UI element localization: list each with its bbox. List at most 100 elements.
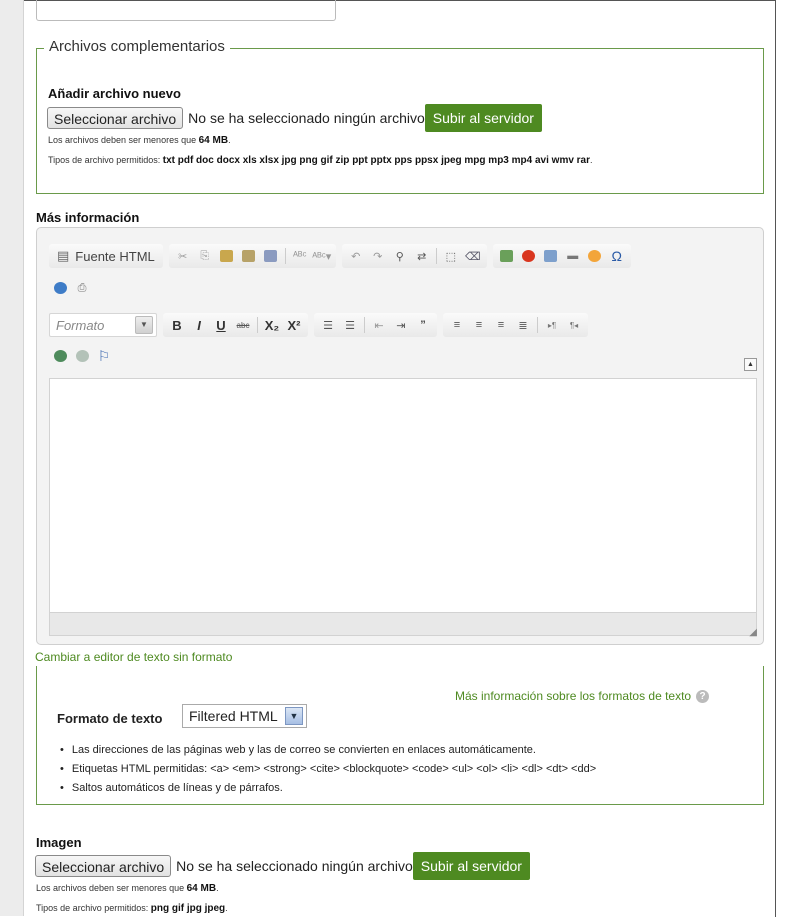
- toolbar-group-insert: ▬ Ω: [492, 244, 631, 268]
- size-note: Los archivos deben ser menores que 64 MB…: [48, 135, 231, 146]
- select-all-icon[interactable]: ⬚: [441, 246, 461, 266]
- types-note-prefix: Tipos de archivo permitidos:: [48, 155, 161, 165]
- editor-content-area[interactable]: [49, 378, 757, 613]
- types-note-value: txt pdf doc docx xls xlsx jpg png gif zi…: [162, 155, 591, 166]
- select-image-button[interactable]: Seleccionar archivo: [35, 855, 172, 877]
- redo-icon[interactable]: ↷: [368, 246, 388, 266]
- ltr-icon[interactable]: ▸¶: [542, 315, 562, 335]
- toolbar-separator: [257, 317, 258, 333]
- italic-icon[interactable]: I: [189, 315, 209, 335]
- upload-image-button[interactable]: Subir al servidor: [412, 852, 530, 880]
- switch-editor-link[interactable]: Cambiar a editor de texto sin formato: [35, 650, 232, 664]
- toolbar-group-source: ▤ Fuente HTML: [49, 244, 163, 268]
- replace-icon[interactable]: ⇄: [412, 246, 432, 266]
- align-right-icon[interactable]: ≡: [491, 315, 511, 335]
- copy-icon[interactable]: ⎘: [195, 246, 215, 266]
- source-icon: ▤: [57, 248, 70, 263]
- list-item: Las direcciones de las páginas web y las…: [60, 740, 596, 759]
- text-format-help-link[interactable]: Más información sobre los formatos de te…: [455, 689, 710, 703]
- source-button-label: Fuente HTML: [75, 248, 155, 264]
- toolbar-row-1: ▤ Fuente HTML ✂ ⎘ ᴬᴮᶜ ᴬᴮᶜ▾ ↶ ↷ ⚲ ⇄ ⬚ ⌫ ▬: [49, 244, 637, 268]
- add-file-label: Añadir archivo nuevo: [48, 86, 181, 101]
- indent-icon[interactable]: ⇥: [391, 315, 411, 335]
- collapse-toolbar-icon[interactable]: ▲: [744, 358, 757, 371]
- paste-icon[interactable]: [217, 246, 237, 266]
- image-types-note: Tipos de archivo permitidos: png gif jpg…: [36, 903, 228, 914]
- image-size-note-prefix: Los archivos deben ser menores que: [36, 883, 185, 893]
- remove-format-icon[interactable]: ⌫: [463, 246, 483, 266]
- no-file-text: No se ha seleccionado ningún archivo: [188, 110, 425, 126]
- spellcheck-icon[interactable]: ᴬᴮᶜ: [290, 246, 310, 266]
- undo-icon[interactable]: ↶: [346, 246, 366, 266]
- toolbar-group-basic-styles: B I U abc X₂ X²: [163, 313, 308, 337]
- paste-word-icon[interactable]: [261, 246, 281, 266]
- smiley-icon[interactable]: [585, 246, 605, 266]
- rtl-icon[interactable]: ¶◂: [564, 315, 584, 335]
- no-image-text: No se ha seleccionado ningún archivo: [176, 858, 413, 874]
- select-file-button[interactable]: Seleccionar archivo: [47, 107, 184, 129]
- file-upload-row: Seleccionar archivo No se ha seleccionad…: [47, 104, 542, 132]
- bulleted-list-icon[interactable]: ☰: [340, 315, 360, 335]
- toolbar-group-align: ≡ ≡ ≡ ≣ ▸¶ ¶◂: [443, 313, 588, 337]
- image-size-note: Los archivos deben ser menores que 64 MB…: [36, 883, 219, 894]
- text-format-tips: Las direcciones de las páginas web y las…: [60, 740, 596, 797]
- text-format-help-label: Más información sobre los formatos de te…: [455, 689, 692, 703]
- link-icon[interactable]: [50, 346, 70, 366]
- text-format-select[interactable]: Filtered HTML ▼: [182, 704, 307, 728]
- iframe-icon[interactable]: [50, 278, 70, 298]
- files-legend[interactable]: Archivos complementarios: [44, 38, 230, 55]
- upload-button[interactable]: Subir al servidor: [424, 104, 542, 132]
- unlink-icon[interactable]: [72, 346, 92, 366]
- resize-handle-icon[interactable]: ◢: [749, 627, 757, 638]
- align-left-icon[interactable]: ≡: [447, 315, 467, 335]
- size-note-value: 64 MB: [198, 135, 229, 146]
- list-item: Saltos automáticos de líneas y de párraf…: [60, 778, 596, 797]
- paste-text-icon[interactable]: [239, 246, 259, 266]
- size-note-prefix: Los archivos deben ser menores que: [48, 135, 197, 145]
- more-info-label: Más información: [36, 210, 140, 225]
- types-note: Tipos de archivo permitidos: txt pdf doc…: [48, 155, 593, 166]
- toolbar-separator: [537, 317, 538, 333]
- spellcheck-dropdown-icon[interactable]: ᴬᴮᶜ▾: [312, 246, 332, 266]
- format-placeholder: Formato: [56, 317, 105, 333]
- image-size-note-value: 64 MB: [186, 883, 217, 894]
- justify-icon[interactable]: ≣: [513, 315, 533, 335]
- bold-icon[interactable]: B: [167, 315, 187, 335]
- rich-text-editor: ▤ Fuente HTML ✂ ⎘ ᴬᴮᶜ ᴬᴮᶜ▾ ↶ ↷ ⚲ ⇄ ⬚ ⌫ ▬: [36, 227, 764, 645]
- flash-icon[interactable]: [519, 246, 539, 266]
- image-upload-row: Seleccionar archivo No se ha seleccionad…: [35, 852, 530, 880]
- cut-icon[interactable]: ✂: [173, 246, 193, 266]
- table-icon[interactable]: [541, 246, 561, 266]
- strikethrough-icon[interactable]: abc: [233, 315, 253, 335]
- toolbar-row-2: ⎙: [49, 278, 93, 298]
- source-button[interactable]: ▤ Fuente HTML: [53, 246, 159, 266]
- page-break-icon[interactable]: ⎙: [72, 278, 92, 298]
- toolbar-group-edit: ↶ ↷ ⚲ ⇄ ⬚ ⌫: [341, 244, 487, 268]
- underline-icon[interactable]: U: [211, 315, 231, 335]
- outdent-icon[interactable]: ⇤: [369, 315, 389, 335]
- text-format-selected: Filtered HTML: [189, 708, 278, 724]
- toolbar-row-4: ⚐: [49, 346, 115, 366]
- previous-text-field[interactable]: [36, 0, 336, 21]
- special-char-icon[interactable]: Ω: [607, 246, 627, 266]
- numbered-list-icon[interactable]: ☰: [318, 315, 338, 335]
- horizontal-rule-icon[interactable]: ▬: [563, 246, 583, 266]
- subscript-icon[interactable]: X₂: [262, 315, 282, 335]
- toolbar-group-lists: ☰ ☰ ⇤ ⇥ ”: [314, 313, 437, 337]
- align-center-icon[interactable]: ≡: [469, 315, 489, 335]
- toolbar-separator: [284, 248, 286, 264]
- blockquote-icon[interactable]: ”: [413, 315, 433, 335]
- image-types-note-prefix: Tipos de archivo permitidos:: [36, 903, 149, 913]
- toolbar-separator: [364, 317, 365, 333]
- chevron-down-icon: ▼: [285, 707, 303, 725]
- find-icon[interactable]: ⚲: [390, 246, 410, 266]
- anchor-flag-icon[interactable]: ⚐: [94, 346, 114, 366]
- superscript-icon[interactable]: X²: [284, 315, 304, 335]
- chevron-down-icon: ▼: [135, 316, 153, 334]
- image-icon[interactable]: [497, 246, 517, 266]
- list-item: Etiquetas HTML permitidas: <a> <em> <str…: [60, 759, 596, 778]
- toolbar-separator: [435, 248, 437, 264]
- format-dropdown[interactable]: Formato ▼: [49, 313, 157, 337]
- text-format-label: Formato de texto: [57, 711, 163, 726]
- toolbar-group-clipboard: ✂ ⎘ ᴬᴮᶜ ᴬᴮᶜ▾: [168, 244, 336, 268]
